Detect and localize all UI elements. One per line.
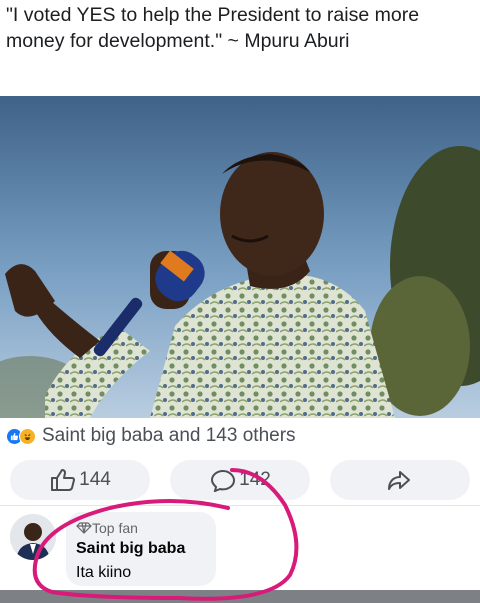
comment-author[interactable]: Saint big baba: [76, 540, 206, 558]
post-photo[interactable]: [0, 96, 480, 418]
share-arrow-icon: [388, 470, 410, 490]
haha-icon: [19, 427, 36, 445]
top-fan-badge: Top fan: [76, 520, 206, 536]
comment-count: 142: [239, 468, 271, 490]
reaction-summary-text: Saint big baba and 143 others: [42, 425, 296, 446]
like-count: 144: [79, 468, 111, 490]
post-actions-bar: 144 142: [0, 454, 480, 506]
comment-bubble[interactable]: Top fan Saint big baba Ita kiino: [66, 512, 216, 586]
bottom-bar: [0, 590, 480, 603]
post-caption: "I voted YES to help the President to ra…: [0, 0, 480, 96]
diamond-icon: [76, 522, 92, 534]
like-button[interactable]: 144: [10, 459, 150, 500]
comment-section: Top fan Saint big baba Ita kiino: [0, 506, 480, 590]
speaker-photo-illustration: [0, 96, 480, 418]
comment-text: Ita kiino: [76, 564, 132, 581]
share-button[interactable]: [330, 459, 470, 500]
reaction-summary[interactable]: Saint big baba and 143 others: [0, 418, 480, 454]
badge-label: Top fan: [92, 520, 138, 536]
avatar[interactable]: [10, 514, 56, 560]
reaction-icons: [6, 427, 36, 445]
thumbs-up-icon: [51, 468, 76, 491]
comment-bubble-icon: [211, 469, 236, 492]
comment-button[interactable]: 142: [170, 459, 310, 500]
